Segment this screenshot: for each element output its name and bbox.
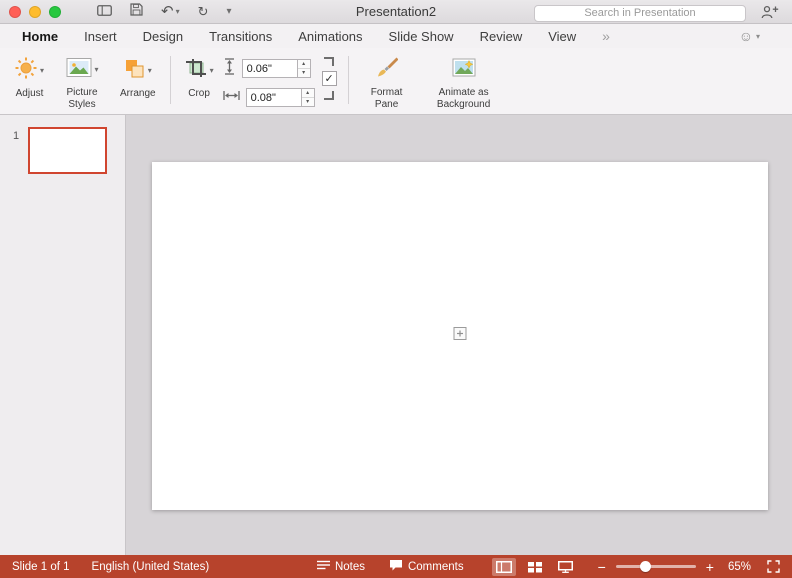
- tab-design[interactable]: Design: [143, 29, 183, 44]
- undo-caret-icon[interactable]: ▾: [176, 7, 180, 16]
- zoom-slider-thumb[interactable]: [639, 561, 651, 572]
- zoom-slider[interactable]: [615, 561, 696, 572]
- titlebar-toolbar: ↶ ▾ ↻ ▾: [97, 2, 232, 21]
- fit-slide-to-window-icon[interactable]: [767, 560, 780, 573]
- notes-button[interactable]: Notes: [316, 559, 365, 574]
- comments-button[interactable]: Comments: [389, 559, 464, 574]
- tab-home[interactable]: Home: [22, 29, 58, 44]
- close-window-button[interactable]: [9, 5, 21, 18]
- workspace: 1: [0, 115, 792, 555]
- slide-number: 1: [13, 130, 20, 142]
- zoom-out-icon[interactable]: −: [598, 560, 606, 574]
- sidebar-toggle-icon[interactable]: [97, 3, 112, 21]
- animate-as-background-label: Animate as Background: [436, 87, 491, 110]
- crop-height-input[interactable]: [241, 59, 298, 78]
- zoom-controls: − +: [598, 560, 714, 574]
- normal-view-button[interactable]: [491, 557, 516, 576]
- titlebar: ↶ ▾ ↻ ▾ Presentation2: [0, 0, 792, 24]
- picture-placeholder-icon: [453, 326, 468, 346]
- search-input[interactable]: [534, 4, 746, 22]
- check-icon: ✓: [324, 73, 334, 85]
- arrange-caret-icon: ▾: [147, 65, 152, 75]
- zoom-window-button[interactable]: [49, 5, 61, 18]
- crop-width-stepper[interactable]: ▴ ▾: [301, 88, 315, 107]
- zoom-in-icon[interactable]: +: [706, 560, 714, 574]
- crop-size-fields: ▴ ▾ ▴ ▾: [222, 48, 315, 114]
- slide-canvas[interactable]: [152, 162, 768, 510]
- corner-top-right-icon[interactable]: [324, 57, 335, 66]
- tab-slide-show[interactable]: Slide Show: [389, 29, 454, 44]
- status-bar: Slide 1 of 1 English (United States) Not…: [0, 555, 792, 578]
- crop-caret-icon: ▾: [209, 65, 214, 75]
- undo-icon: ↶: [161, 3, 174, 20]
- share-icon[interactable]: [761, 5, 779, 24]
- format-pane-brush-icon: [376, 56, 399, 83]
- undo-button[interactable]: ↶ ▾: [161, 4, 180, 19]
- picture-styles-label: Picture Styles: [66, 87, 98, 110]
- tab-view[interactable]: View: [548, 29, 576, 44]
- stepper-down-icon[interactable]: ▾: [298, 69, 310, 77]
- adjust-label: Adjust: [15, 88, 44, 99]
- slide-thumbnail-panel: 1: [0, 115, 126, 555]
- comments-label: Comments: [407, 560, 464, 573]
- tab-transitions[interactable]: Transitions: [209, 29, 272, 44]
- feedback-smiley-button[interactable]: ☺ ▾: [739, 29, 760, 43]
- crop-icon: [185, 58, 207, 83]
- animate-as-background-button[interactable]: Animate as Background: [418, 48, 510, 114]
- adjust-sun-icon: [15, 57, 37, 84]
- redo-icon[interactable]: ↻: [198, 5, 209, 18]
- ribbon: ▾ Adjust ▾ Picture Styles ▾ Arrange ▾ Cr…: [0, 48, 792, 115]
- stepper-up-icon[interactable]: ▴: [301, 89, 314, 98]
- arrange-icon: [124, 58, 145, 83]
- animate-as-background-icon: [452, 57, 476, 83]
- smiley-icon: ☺: [738, 28, 753, 44]
- canvas-area: [126, 115, 792, 555]
- tab-animations[interactable]: Animations: [298, 29, 362, 44]
- notes-icon: [316, 559, 330, 574]
- powerpoint-window: ↶ ▾ ↻ ▾ Presentation2 Home Insert Design…: [0, 0, 792, 578]
- smiley-caret-icon: ▾: [755, 31, 760, 41]
- zoom-level[interactable]: 65%: [728, 561, 751, 573]
- view-switcher: [491, 557, 578, 576]
- ribbon-tab-bar: Home Insert Design Transitions Animation…: [0, 24, 792, 48]
- save-icon[interactable]: [130, 2, 143, 21]
- slide-thumbnail[interactable]: [28, 127, 107, 174]
- slide-sorter-view-button[interactable]: [523, 558, 547, 576]
- tab-overflow-chevron-icon[interactable]: »: [602, 28, 610, 44]
- stepper-down-icon[interactable]: ▾: [302, 98, 314, 106]
- customize-toolbar-chevron-icon[interactable]: ▾: [227, 6, 232, 17]
- crop-width-input[interactable]: [245, 88, 302, 107]
- adjust-button[interactable]: ▾ Adjust: [8, 48, 51, 114]
- corner-bottom-right-icon[interactable]: [324, 91, 335, 100]
- minimize-window-button[interactable]: [29, 5, 41, 18]
- crop-height-icon: [223, 57, 236, 80]
- crop-height-stepper[interactable]: ▴ ▾: [297, 59, 311, 78]
- slide-indicator: Slide 1 of 1: [12, 560, 70, 573]
- ribbon-separator: [347, 56, 349, 104]
- format-pane-button[interactable]: Format Pane: [356, 48, 418, 114]
- crop-checkbox[interactable]: ✓: [321, 71, 337, 86]
- picture-styles-caret-icon: ▾: [94, 65, 99, 74]
- slide-show-view-button[interactable]: [554, 558, 578, 576]
- tab-review[interactable]: Review: [480, 29, 523, 44]
- crop-options: ✓: [321, 48, 337, 114]
- arrange-button[interactable]: ▾ Arrange: [113, 48, 163, 114]
- comments-icon: [389, 559, 403, 574]
- crop-label: Crop: [188, 88, 210, 99]
- language-button[interactable]: English (United States): [92, 561, 210, 573]
- format-pane-label: Format Pane: [370, 87, 403, 110]
- stepper-up-icon[interactable]: ▴: [297, 60, 310, 69]
- notes-label: Notes: [334, 560, 365, 573]
- tab-insert[interactable]: Insert: [84, 29, 117, 44]
- traffic-lights: [9, 5, 61, 18]
- ribbon-separator: [169, 56, 171, 104]
- arrange-label: Arrange: [120, 88, 156, 99]
- picture-styles-button[interactable]: ▾ Picture Styles: [51, 48, 113, 114]
- crop-width-icon: [222, 89, 240, 107]
- adjust-caret-icon: ▾: [40, 65, 45, 75]
- zoom-slider-track[interactable]: [615, 565, 696, 568]
- picture-styles-icon: [66, 57, 92, 83]
- crop-button[interactable]: ▾ Crop: [178, 48, 221, 114]
